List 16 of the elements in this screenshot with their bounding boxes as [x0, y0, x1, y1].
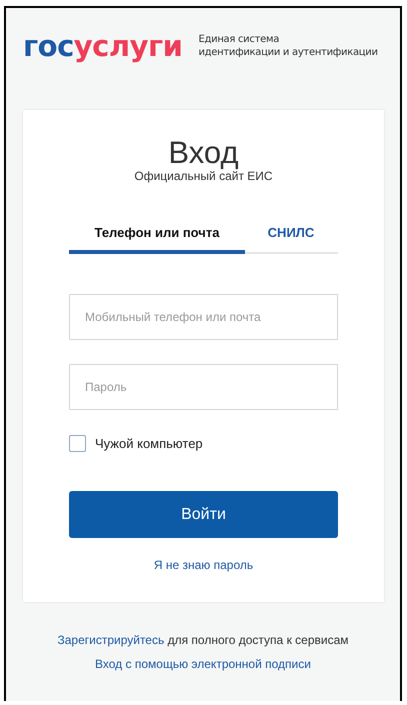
tagline-text: Единая система: [198, 33, 280, 46]
signature-login-link[interactable]: Вход с помощью электронной подписи: [95, 657, 311, 671]
page-title: Вход: [167, 136, 240, 170]
register-link[interactable]: Зарегистрируйтесь: [57, 633, 164, 647]
login-button[interactable]: Войти: [69, 491, 338, 538]
login-tab[interactable]: Телефон или почта: [69, 220, 245, 254]
input-field[interactable]: Пароль: [69, 364, 338, 410]
site-subtitle: Официальный сайт ЕИС: [133, 169, 274, 183]
register-note: Зарегистрируйтесь для полного доступа к сервисам: [57, 633, 348, 647]
input-field[interactable]: Мобильный телефон или почта: [69, 294, 338, 340]
checkbox[interactable]: [69, 435, 86, 452]
checkbox-label[interactable]: Чужой компьютер: [95, 436, 203, 451]
login-tab[interactable]: СНИЛС: [245, 220, 337, 254]
brand-logo: госуслуги: [23, 32, 182, 60]
tagline-text: идентификации и аутентификации: [198, 46, 378, 59]
forgot-password-link[interactable]: Я не знаю пароль: [154, 558, 254, 572]
